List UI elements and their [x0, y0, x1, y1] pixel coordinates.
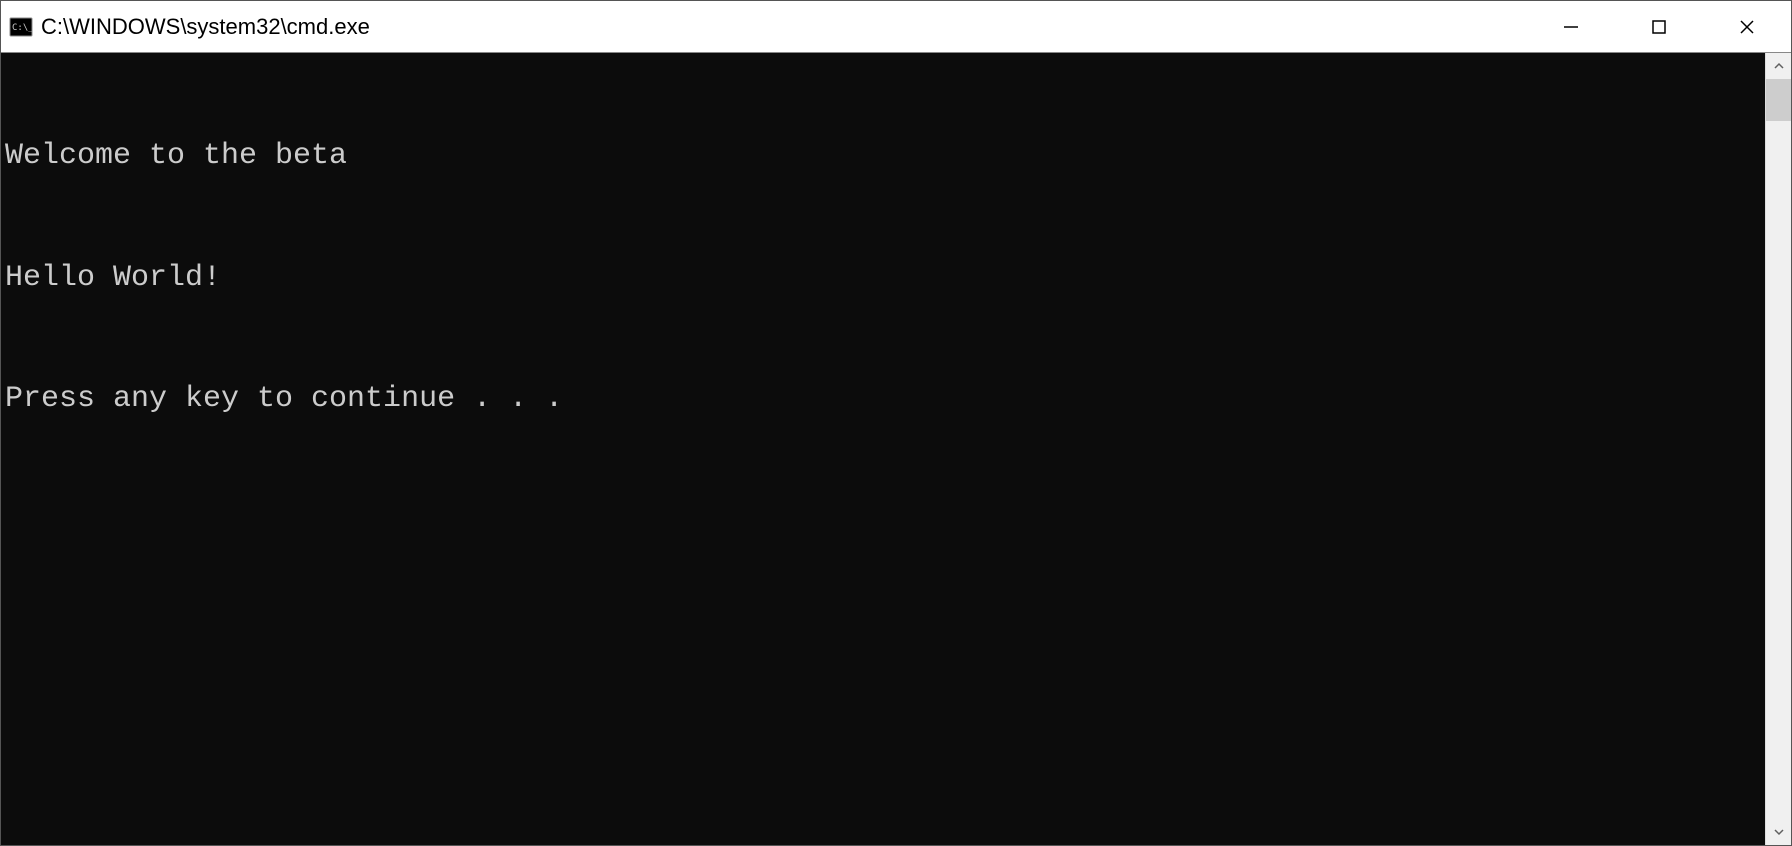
titlebar[interactable]: C:\_ C:\WINDOWS\system32\cmd.exe [1, 1, 1791, 53]
maximize-button[interactable] [1615, 1, 1703, 52]
console-output[interactable]: Welcome to the beta Hello World! Press a… [1, 53, 1765, 845]
minimize-button[interactable] [1527, 1, 1615, 52]
scroll-down-icon[interactable] [1766, 819, 1791, 845]
close-button[interactable] [1703, 1, 1791, 52]
titlebar-left: C:\_ C:\WINDOWS\system32\cmd.exe [9, 14, 370, 40]
scroll-thumb[interactable] [1766, 79, 1791, 121]
content-wrap: Welcome to the beta Hello World! Press a… [1, 53, 1791, 845]
console-line: Hello World! [5, 258, 1761, 299]
console-line: Welcome to the beta [5, 136, 1761, 177]
cmd-window: C:\_ C:\WINDOWS\system32\cmd.exe Welcome… [0, 0, 1792, 846]
vertical-scrollbar[interactable] [1765, 53, 1791, 845]
cmd-icon: C:\_ [9, 15, 33, 39]
titlebar-controls [1527, 1, 1791, 52]
svg-text:C:\_: C:\_ [12, 23, 33, 33]
scroll-track[interactable] [1766, 79, 1791, 819]
window-title: C:\WINDOWS\system32\cmd.exe [41, 14, 370, 40]
console-line: Press any key to continue . . . [5, 379, 1761, 420]
scroll-up-icon[interactable] [1766, 53, 1791, 79]
